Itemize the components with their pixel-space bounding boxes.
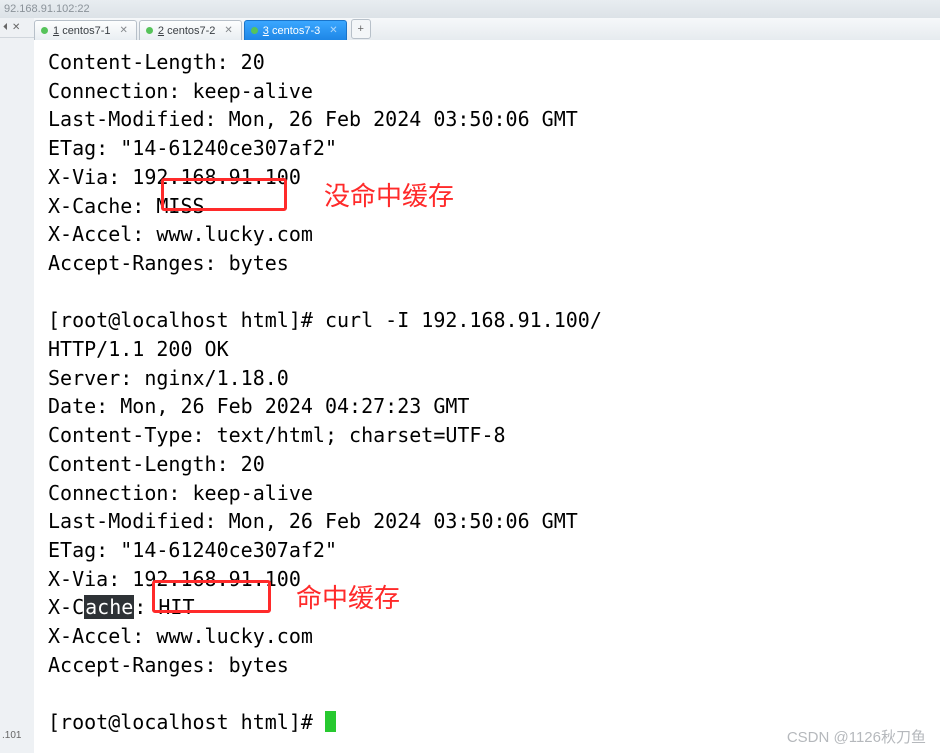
output-line: Content-Length: 20 — [48, 50, 265, 74]
status-dot-icon — [41, 27, 48, 34]
tab-number: 1 — [53, 25, 59, 37]
pin-icon[interactable]: ⏴ — [3, 22, 8, 33]
tab-label: centos7-2 — [167, 25, 215, 37]
output-line: X-Via: 192.168.91.100 — [48, 567, 301, 591]
output-line: Connection: keep-alive — [48, 481, 313, 505]
terminal-cursor — [325, 711, 336, 732]
tab-centos7-2[interactable]: 2 centos7-2 ✕ — [139, 20, 242, 40]
output-line: ETag: "14-61240ce307af2" — [48, 136, 337, 160]
add-tab-button[interactable]: + — [351, 19, 371, 39]
tab-number: 2 — [158, 25, 164, 37]
output-line: Connection: keep-alive — [48, 79, 313, 103]
tab-label: centos7-1 — [62, 25, 110, 37]
tab-close-icon[interactable]: ✕ — [224, 25, 232, 36]
output-line: Last-Modified: Mon, 26 Feb 2024 03:50:06… — [48, 107, 578, 131]
tab-label: centos7-3 — [272, 25, 320, 37]
output-line: Content-Type: text/html; charset=UTF-8 — [48, 423, 506, 447]
output-line: Accept-Ranges: bytes — [48, 653, 289, 677]
output-line: Accept-Ranges: bytes — [48, 251, 289, 275]
left-sidebar: ⏴ ✕ .101 — [0, 18, 35, 753]
output-line: Date: Mon, 26 Feb 2024 04:27:23 GMT — [48, 394, 469, 418]
tab-number: 3 — [263, 25, 269, 37]
output-line: ETag: "14-61240ce307af2" — [48, 538, 337, 562]
output-line: X-Cache: HIT — [48, 595, 195, 619]
window-title: 92.168.91.102:22 — [4, 3, 90, 15]
output-line: X-Accel: www.lucky.com — [48, 624, 313, 648]
command-line: [root@localhost html]# — [48, 710, 325, 734]
tab-bar: 1 centos7-1 ✕ 2 centos7-2 ✕ 3 centos7-3 … — [34, 18, 940, 41]
output-line: Last-Modified: Mon, 26 Feb 2024 03:50:06… — [48, 509, 578, 533]
sidebar-pin-row: ⏴ ✕ — [0, 18, 34, 38]
output-line: Content-Length: 20 — [48, 452, 265, 476]
terminal-output: Content-Length: 20 Connection: keep-aliv… — [48, 48, 930, 737]
window-title-bar: 92.168.91.102:22 — [0, 0, 940, 19]
output-line: X-Cache: MISS — [48, 194, 205, 218]
sidebar-close-icon[interactable]: ✕ — [12, 22, 20, 33]
tab-close-icon[interactable]: ✕ — [329, 25, 337, 36]
plus-icon: + — [357, 23, 363, 35]
terminal-area[interactable]: Content-Length: 20 Connection: keep-aliv… — [34, 40, 940, 753]
command-line: [root@localhost html]# curl -I 192.168.9… — [48, 308, 602, 332]
output-line: Server: nginx/1.18.0 — [48, 366, 289, 390]
status-dot-icon — [146, 27, 153, 34]
tab-centos7-1[interactable]: 1 centos7-1 ✕ — [34, 20, 137, 40]
sidebar-bottom-label: .101 — [0, 728, 23, 743]
output-line: X-Accel: www.lucky.com — [48, 222, 313, 246]
output-line: X-Via: 192.168.91.100 — [48, 165, 301, 189]
search-highlight: ache — [84, 595, 134, 619]
status-dot-icon — [251, 27, 258, 34]
output-line: HTTP/1.1 200 OK — [48, 337, 229, 361]
tab-close-icon[interactable]: ✕ — [120, 25, 128, 36]
tab-centos7-3[interactable]: 3 centos7-3 ✕ — [244, 20, 347, 40]
